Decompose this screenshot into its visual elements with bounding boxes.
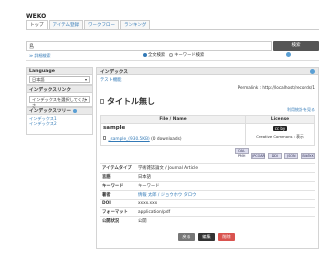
export-oai-button[interactable]: OAI-PMH bbox=[234, 148, 249, 158]
table-row: アイテムタイプ 学術雑誌論文 / Journal Article bbox=[100, 163, 315, 173]
table-row: 著者 情報 太郎 / ジョウホウ タロウ bbox=[100, 190, 315, 200]
meta-key: 著者 bbox=[100, 190, 136, 200]
main-panel: インデックス テスト機能 Permalink : http://localhos… bbox=[96, 67, 319, 249]
usage-stats-link[interactable]: 利用統計を見る bbox=[100, 107, 315, 113]
action-buttons: 戻る 編集 削除 bbox=[100, 233, 315, 241]
keyword-radio[interactable] bbox=[169, 53, 174, 57]
file-icon bbox=[103, 136, 106, 140]
meta-value: 学術雑誌論文 / Journal Article bbox=[136, 163, 315, 173]
license-header: License bbox=[245, 115, 315, 124]
item-title-row: タイトル無し bbox=[100, 96, 315, 107]
language-select[interactable]: 日本語 bbox=[29, 76, 90, 83]
metadata-table: アイテムタイプ 学術雑誌論文 / Journal Article 言語 日本語 キー… bbox=[100, 163, 315, 225]
export-ddi-button[interactable]: DDI bbox=[267, 153, 282, 159]
fulltext-radio[interactable] bbox=[143, 53, 147, 57]
author-link[interactable]: 情報 太郎 / ジョウホウ タロウ bbox=[136, 190, 315, 200]
language-box: 日本語 bbox=[26, 75, 93, 85]
search-input[interactable]: 島 bbox=[26, 41, 272, 51]
index-link-box: インデックスを選択してくださ bbox=[26, 93, 93, 108]
index-link-title: インデックスリンク bbox=[26, 85, 93, 93]
search-type-options: 全文検索 キーワード検索 bbox=[143, 52, 204, 58]
table-row: キーワード キーワード bbox=[100, 181, 315, 191]
permalink: Permalink : http://localhost/records/1 bbox=[237, 85, 315, 90]
tab-ranking[interactable]: ランキング bbox=[120, 20, 151, 29]
tab-divider bbox=[26, 29, 319, 30]
item-title: タイトル無し bbox=[107, 97, 155, 106]
meta-key: アイテムタイプ bbox=[100, 163, 136, 173]
panel-info-icon[interactable] bbox=[310, 69, 315, 74]
export-buttons: OAI-PMH JPCOAR DDI JSON BibTeX bbox=[100, 148, 315, 159]
file-table: File / Name License sample _sample_(930.… bbox=[100, 115, 315, 146]
meta-key: DOI bbox=[100, 199, 136, 208]
table-row: DOI xxxx.xxx bbox=[100, 199, 315, 208]
advanced-search-link[interactable]: ≫ 詳細検索 bbox=[29, 53, 50, 59]
index-tree: インデックス1 インデックス2 bbox=[26, 115, 93, 135]
fulltext-label: 全文検索 bbox=[148, 53, 166, 58]
table-row: 言語 日本語 bbox=[100, 172, 315, 182]
search-button[interactable]: 検索 bbox=[273, 41, 319, 51]
export-jpcoar-button[interactable]: JPCOAR bbox=[251, 153, 266, 159]
meta-value: xxxx.xxx bbox=[136, 199, 315, 208]
table-row: 公開状況 公開 bbox=[100, 216, 315, 225]
back-button[interactable]: 戻る bbox=[178, 233, 195, 241]
search-divider bbox=[26, 60, 319, 61]
export-json-button[interactable]: JSON bbox=[284, 153, 299, 159]
meta-value: 日本語 bbox=[136, 172, 315, 182]
meta-value: application/pdf bbox=[136, 207, 315, 217]
language-title: Language bbox=[26, 67, 93, 75]
cc-license-badge: cc by bbox=[272, 126, 288, 131]
meta-key: キーワード bbox=[100, 181, 136, 191]
table-row: フォーマット application/pdf bbox=[100, 207, 315, 217]
tab-workflow[interactable]: ワークフロー bbox=[84, 20, 120, 29]
keyword-label: キーワード検索 bbox=[174, 53, 205, 58]
tab-item-register[interactable]: アイテム登録 bbox=[48, 20, 84, 29]
license-cell: cc by Creative Commons : 表示 bbox=[245, 123, 315, 146]
file-download-link[interactable]: _sample_(930.5KB) bbox=[108, 137, 149, 142]
index-tree-item[interactable]: インデックス2 bbox=[29, 121, 90, 126]
panel-header: インデックス bbox=[96, 67, 319, 75]
meta-value: 公開 bbox=[136, 216, 315, 225]
document-icon bbox=[100, 99, 104, 104]
file-name-header: File / Name bbox=[100, 115, 246, 124]
breadcrumb-link[interactable]: テスト機能 bbox=[100, 77, 315, 83]
export-bibtex-button[interactable]: BibTeX bbox=[301, 153, 315, 159]
refresh-icon[interactable] bbox=[73, 109, 78, 113]
delete-button[interactable]: 削除 bbox=[218, 233, 235, 241]
edit-button[interactable]: 編集 bbox=[198, 233, 215, 241]
download-count: (0 downloads) bbox=[151, 137, 182, 142]
license-text: Creative Commons : 表示 bbox=[256, 134, 304, 139]
sidebar: Language 日本語 インデックスリンク インデックスを選択してくださ イン… bbox=[26, 67, 93, 135]
help-icon[interactable] bbox=[286, 52, 291, 57]
meta-key: フォーマット bbox=[100, 207, 136, 217]
file-cell: sample _sample_(930.5KB) (0 downloads) bbox=[100, 123, 246, 146]
panel-body: テスト機能 Permalink : http://localhost/recor… bbox=[96, 75, 319, 249]
meta-key: 公開状況 bbox=[100, 216, 136, 225]
file-label: sample bbox=[103, 125, 126, 131]
tab-top[interactable]: トップ bbox=[26, 20, 48, 29]
panel-title: インデックス bbox=[100, 70, 128, 75]
meta-key: 言語 bbox=[100, 172, 136, 182]
main-tabs: トップ アイテム登録 ワークフロー ランキング bbox=[26, 20, 151, 29]
meta-value: キーワード bbox=[136, 181, 315, 191]
site-logo[interactable]: WEKO bbox=[26, 13, 46, 20]
index-select[interactable]: インデックスを選択してくださ bbox=[29, 96, 90, 108]
